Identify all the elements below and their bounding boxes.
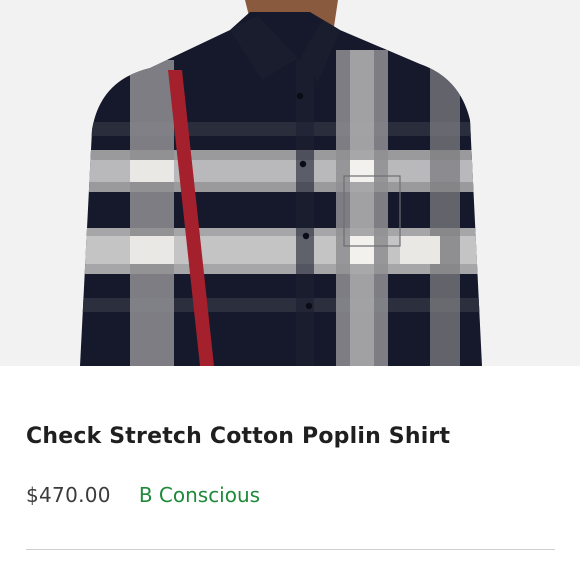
product-title[interactable]: Check Stretch Cotton Poplin Shirt	[26, 424, 450, 449]
shirt-illustration	[80, 0, 482, 366]
product-photo[interactable]	[0, 0, 580, 366]
product-price: $470.00	[26, 483, 111, 507]
price-row: $470.00 B Conscious	[26, 483, 260, 507]
divider	[26, 549, 555, 550]
brand-link[interactable]: B Conscious	[139, 483, 260, 507]
product-info: Check Stretch Cotton Poplin Shirt $470.0…	[0, 366, 580, 580]
